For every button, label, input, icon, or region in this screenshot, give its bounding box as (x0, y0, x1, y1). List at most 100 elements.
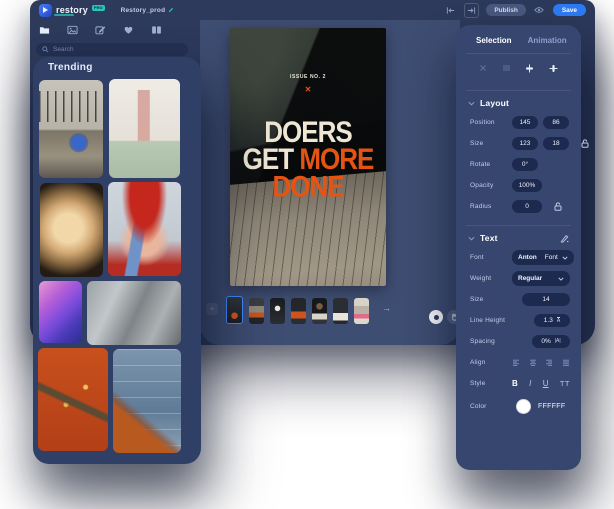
italic-button[interactable]: I (529, 379, 531, 388)
weight-dropdown[interactable]: Regular (512, 271, 570, 286)
align-horizontal-center-icon[interactable] (549, 64, 558, 73)
search-input[interactable] (53, 46, 182, 53)
text-settings-icon[interactable] (560, 234, 569, 243)
poster-headline[interactable]: DOERS GET MORE DONE (230, 118, 386, 201)
trending-image-brick-wall-climber[interactable] (113, 349, 181, 453)
align-right-icon[interactable] (545, 359, 553, 366)
poster-x-marker[interactable]: ✕ (230, 85, 386, 94)
next-pages-button[interactable]: → (382, 303, 391, 313)
page-thumbnail-3[interactable] (270, 298, 285, 324)
size-row: Size 123 18 (456, 133, 581, 154)
trending-image-purple-abstract[interactable] (39, 281, 82, 343)
trending-image-glass-table-interior[interactable] (87, 281, 181, 345)
project-name: Restory_prod (121, 7, 166, 14)
align-vertical-center-icon[interactable] (525, 64, 534, 73)
delete-icon[interactable] (479, 64, 487, 72)
tab-selection[interactable]: Selection (476, 36, 512, 45)
opacity-row: Opacity 100% (456, 175, 581, 196)
color-swatch[interactable] (516, 399, 531, 414)
align-justify-icon[interactable] (562, 359, 570, 366)
heart-icon[interactable] (122, 24, 134, 36)
size-width-field[interactable]: 123 (512, 137, 538, 150)
trending-image-champagne-still-life[interactable] (109, 79, 180, 178)
line-height-row: Line Height 1.3 A (456, 310, 581, 331)
trending-image-utensils-wall-desk[interactable] (39, 80, 103, 178)
layout-columns-icon[interactable] (150, 24, 162, 36)
eye-icon[interactable] (533, 4, 546, 17)
distribute-icon[interactable] (502, 64, 511, 72)
folder-icon[interactable] (38, 24, 50, 36)
underline-button[interactable]: U (543, 379, 549, 388)
trending-image-orange-branch[interactable] (38, 348, 108, 451)
layout-section-title: Layout (480, 98, 509, 108)
pages-strip (226, 296, 369, 324)
inspector-tabs: Selection Animation (456, 25, 581, 45)
poster-issue-label[interactable]: ISSUE NO. 2 (230, 74, 386, 80)
lock-icon[interactable] (554, 202, 562, 211)
rotate-field[interactable]: 0° (512, 158, 538, 171)
position-y-field[interactable]: 86 (543, 116, 569, 129)
left-toolbar (36, 24, 162, 36)
trending-image-cream-rose[interactable] (40, 183, 103, 277)
layout-section-header[interactable]: Layout (456, 91, 581, 112)
edit-pencil-icon[interactable] (168, 7, 174, 13)
app-logo[interactable]: restory PRO (39, 4, 105, 17)
poster-artboard[interactable]: ISSUE NO. 2 ✕ DOERS GET MORE DONE (230, 28, 386, 286)
logo-badge: PRO (92, 5, 105, 11)
text-section-title: Text (480, 233, 498, 243)
page-thumbnail-6[interactable] (333, 298, 348, 324)
weight-row: Weight Regular (456, 268, 581, 289)
compose-icon[interactable] (94, 24, 106, 36)
align-center-icon[interactable] (529, 359, 537, 366)
text-section-header[interactable]: Text (456, 226, 581, 247)
page-thumbnail-7[interactable] (354, 298, 369, 324)
rotate-row: Rotate 0° (456, 154, 581, 175)
undo-icon[interactable] (444, 4, 457, 17)
image-icon[interactable] (66, 24, 78, 36)
bold-button[interactable]: B (512, 379, 518, 388)
font-size-field[interactable]: 14 (522, 293, 570, 306)
letter-spacing-icon: |A| (555, 339, 561, 344)
font-size-row: Size 14 (456, 289, 581, 310)
size-height-field[interactable]: 18 (543, 137, 569, 150)
font-dropdown[interactable]: Anton Font (512, 250, 574, 265)
color-hex-value: FFFFFF (538, 403, 565, 410)
page-thumbnail-2[interactable] (249, 298, 264, 324)
align-left-icon[interactable] (512, 359, 520, 366)
tab-animation[interactable]: Animation (528, 36, 567, 45)
redo-icon[interactable] (464, 3, 479, 18)
topbar-actions: Publish Save (444, 3, 586, 18)
trending-title: Trending (48, 62, 93, 73)
position-x-field[interactable]: 145 (512, 116, 538, 129)
chevron-down-icon (468, 101, 475, 106)
save-button[interactable]: Save (553, 4, 586, 16)
record-button[interactable] (429, 310, 443, 324)
line-height-field[interactable]: 1.3 A (534, 314, 570, 327)
position-row: Position 145 86 (456, 112, 581, 133)
page-thumbnail-5[interactable] (312, 298, 327, 324)
letter-spacing-field[interactable]: 0% |A| (532, 335, 570, 348)
page-thumbnail-4[interactable] (291, 298, 306, 324)
trending-panel: Trending (33, 57, 201, 464)
style-row: Style B I U TT (456, 373, 581, 394)
page-thumbnail-1-selected[interactable] (226, 296, 243, 324)
color-row: Color FFFFFF (456, 394, 581, 418)
add-page-button[interactable]: + (206, 303, 218, 315)
lock-icon[interactable] (581, 139, 589, 148)
project-title[interactable]: Restory_prod (121, 7, 175, 14)
screenshot-stage: restory PRO Restory_prod Publish (0, 0, 614, 509)
quick-actions (456, 54, 581, 82)
headline-line-3: DONE (230, 173, 386, 201)
search-box[interactable] (36, 43, 188, 56)
chevron-down-icon (558, 277, 564, 281)
publish-button[interactable]: Publish (486, 4, 525, 16)
logo-tagline (54, 14, 74, 16)
logo-icon (39, 4, 52, 17)
trending-image-red-hat-portrait[interactable] (108, 182, 181, 276)
opacity-field[interactable]: 100% (512, 179, 542, 192)
uppercase-button[interactable]: TT (560, 379, 570, 388)
search-icon (42, 46, 49, 53)
top-bar: restory PRO Restory_prod Publish (30, 0, 595, 20)
radius-field[interactable]: 0 (512, 200, 542, 213)
spacing-row: Spacing 0% |A| (456, 331, 581, 352)
